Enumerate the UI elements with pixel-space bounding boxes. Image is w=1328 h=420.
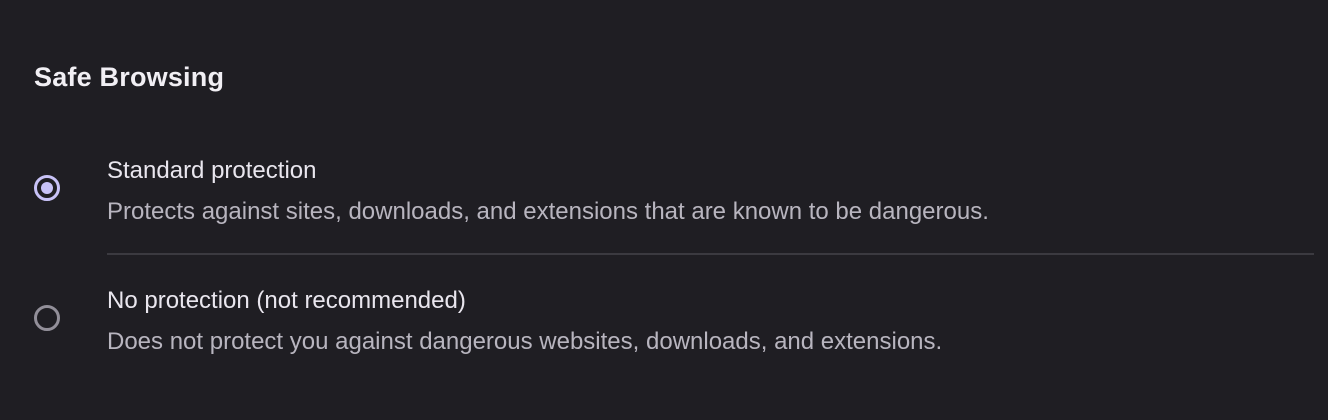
no-protection-label: No protection (not recommended) bbox=[107, 287, 466, 314]
standard-protection-radio[interactable] bbox=[34, 175, 60, 201]
no-protection-description: Does not protect you against dangerous w… bbox=[107, 328, 943, 355]
no-protection-radio[interactable] bbox=[34, 305, 60, 331]
section-title: Safe Browsing bbox=[34, 62, 225, 92]
standard-protection-label: Standard protection bbox=[107, 157, 317, 184]
no-protection-option[interactable]: No protection (not recommended) Does not… bbox=[0, 270, 1328, 380]
option-divider bbox=[107, 253, 1314, 255]
standard-protection-option[interactable]: Standard protection Protects against sit… bbox=[0, 140, 1328, 250]
radio-selected-dot bbox=[41, 182, 53, 194]
standard-protection-description: Protects against sites, downloads, and e… bbox=[107, 198, 989, 225]
